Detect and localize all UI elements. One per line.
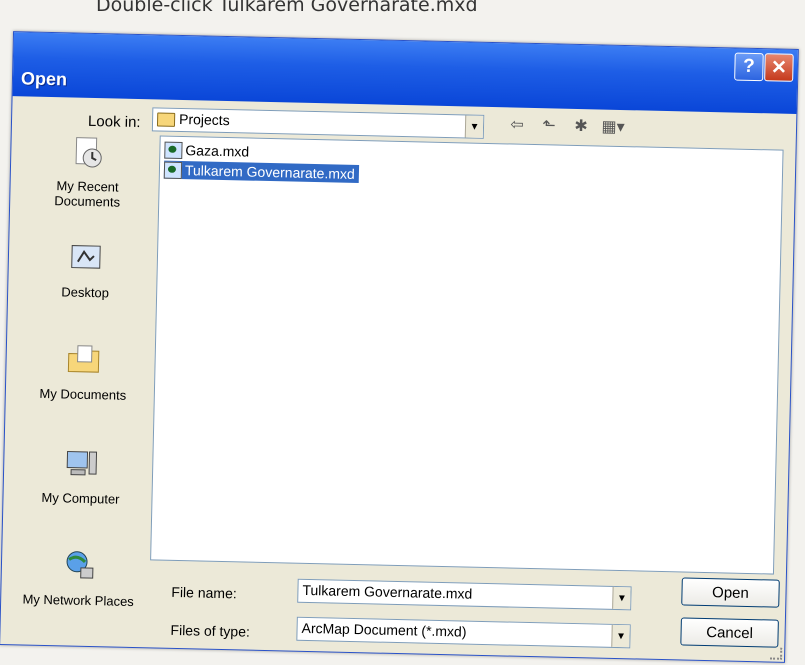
look-in-dropdown[interactable]: Projects ▼ (151, 107, 485, 139)
window-title: Open (20, 68, 68, 90)
folder-icon (156, 112, 176, 127)
files-of-type-dropdown[interactable]: ArcMap Document (*.mxd) ▼ (296, 616, 631, 649)
place-label: Desktop (61, 284, 110, 301)
file-name-value: Tulkarem Governarate.mxd (302, 581, 473, 602)
place-my-computer[interactable]: My Computer (15, 444, 146, 507)
chevron-down-icon[interactable]: ▼ (611, 624, 630, 648)
file-name: Gaza.mxd (185, 142, 250, 160)
open-dialog: Open ? ✕ Look in: Projects ▼ ⇦ ⬑ ✱ ▦▾ My… (0, 31, 799, 663)
place-network-places[interactable]: My Network Places (13, 546, 144, 609)
place-label: My Documents (39, 385, 127, 403)
place-label: My Network Places (22, 591, 134, 610)
look-in-label: Look in: (87, 112, 141, 132)
toolbar: ⇦ ⬑ ✱ ▦▾ (506, 113, 625, 138)
file-name-label: File name: (171, 583, 237, 602)
views-menu-icon[interactable]: ▦▾ (601, 116, 625, 138)
chevron-down-icon[interactable]: ▼ (464, 115, 484, 138)
file-item-tulkarem[interactable]: Tulkarem Governarate.mxd (163, 160, 359, 184)
place-label: My Recent Documents (54, 178, 121, 210)
close-button[interactable]: ✕ (764, 53, 794, 82)
place-my-documents[interactable]: My Documents (18, 340, 149, 403)
desktop-icon (71, 245, 101, 269)
files-of-type-value: ArcMap Document (*.mxd) (301, 619, 467, 640)
files-of-type-label: Files of type: (170, 621, 251, 640)
chevron-down-icon[interactable]: ▼ (612, 586, 631, 610)
place-recent-documents[interactable]: My Recent Documents (22, 132, 154, 210)
file-name-input[interactable]: Tulkarem Governarate.mxd ▼ (297, 578, 632, 611)
back-icon[interactable]: ⇦ (506, 113, 528, 135)
my-documents-icon (67, 345, 100, 373)
open-button[interactable]: Open (681, 577, 780, 608)
place-desktop[interactable]: Desktop (20, 238, 151, 301)
up-folder-icon[interactable]: ⬑ (538, 114, 560, 136)
help-button[interactable]: ? (734, 52, 764, 82)
resize-grip-icon[interactable] (770, 647, 783, 660)
network-places-icon (66, 551, 94, 579)
file-item-gaza[interactable]: Gaza.mxd (164, 141, 253, 161)
file-name: Tulkarem Governarate.mxd (184, 162, 355, 182)
look-in-value: Projects (178, 110, 230, 129)
file-list[interactable]: Gaza.mxd Tulkarem Governarate.mxd (150, 135, 784, 575)
mxd-file-icon (164, 141, 183, 159)
title-bar[interactable]: Open ? ✕ (12, 32, 798, 114)
new-folder-icon[interactable]: ✱ (570, 115, 592, 137)
cancel-button[interactable]: Cancel (680, 617, 779, 648)
my-computer-icon (66, 450, 98, 476)
place-label: My Computer (41, 489, 120, 507)
instruction-caption: Double-click Tulkarem Governarate.mxd (96, 0, 478, 16)
places-bar: My Recent Documents Desktop My Documents… (13, 128, 154, 631)
mxd-file-icon (163, 161, 183, 179)
recent-documents-icon (75, 137, 102, 168)
